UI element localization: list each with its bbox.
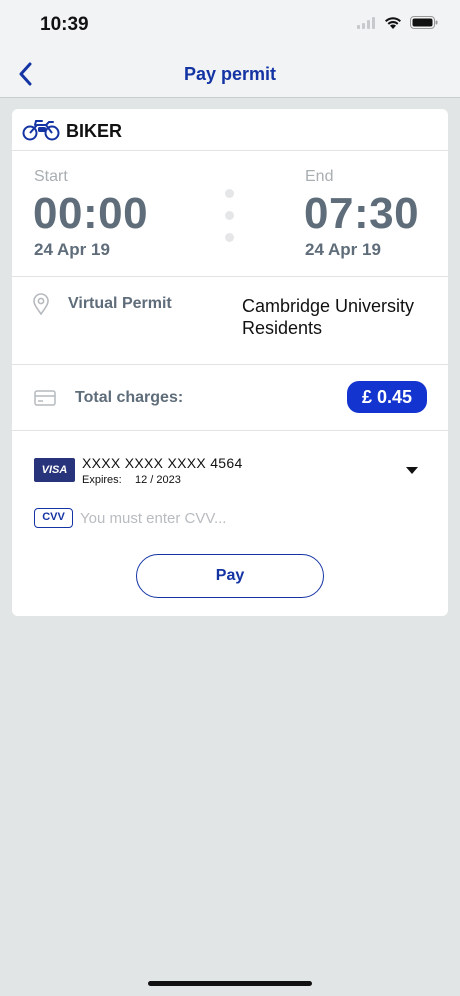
end-label: End	[305, 168, 334, 185]
status-time: 10:39	[40, 14, 89, 35]
wifi-icon	[385, 17, 401, 29]
status-bar: 10:39	[0, 0, 460, 50]
pay-button[interactable]: Pay	[136, 554, 324, 598]
end-date: 24 Apr 19	[305, 240, 381, 259]
card-expires-value: 12 / 2023	[135, 474, 181, 486]
card-expires-label: Expires:	[82, 474, 122, 486]
vehicle-name: BIKER	[66, 121, 123, 141]
permit-card: BIKER Start 00:00 24 Apr 19 End 07:30 24…	[12, 109, 448, 616]
vehicle-row: BIKER	[12, 109, 448, 151]
start-label: Start	[34, 168, 68, 185]
cvv-badge: CVV	[34, 508, 73, 528]
page-title: Pay permit	[183, 64, 277, 84]
card-number: XXXX XXXX XXXX 4564	[82, 455, 243, 471]
navigation-bar: Pay permit	[0, 50, 460, 98]
cvv-input[interactable]	[80, 506, 420, 530]
payment-card-selector[interactable]: VISA XXXX XXXX XXXX 4564 Expires: 12 / 2…	[12, 447, 448, 495]
visa-logo: VISA	[34, 458, 75, 482]
session-times: Start 00:00 24 Apr 19 End 07:30 24 Apr 1…	[12, 151, 448, 277]
total-charges-amount: £ 0.45	[347, 381, 427, 413]
location-pin-icon	[33, 293, 49, 315]
status-icons	[357, 16, 438, 29]
permit-row: Virtual Permit Cambridge University Resi…	[12, 277, 448, 365]
total-charges-label: Total charges:	[75, 389, 184, 406]
permit-type: Virtual Permit	[68, 295, 172, 312]
cellular-signal-icon	[357, 16, 375, 29]
start-time: 00:00	[33, 189, 149, 238]
charges-row: Total charges: £ 0.45	[12, 365, 448, 431]
permit-zone: Cambridge University Residents	[242, 296, 415, 338]
caret-down-icon[interactable]	[406, 467, 418, 475]
home-indicator	[148, 981, 312, 986]
battery-icon	[410, 16, 438, 29]
time-separator-dots	[225, 189, 235, 255]
credit-card-icon	[34, 390, 56, 406]
end-time: 07:30	[304, 189, 420, 238]
cvv-row: CVV	[12, 505, 448, 535]
motorbike-icon	[22, 120, 60, 141]
start-date: 24 Apr 19	[34, 240, 110, 259]
